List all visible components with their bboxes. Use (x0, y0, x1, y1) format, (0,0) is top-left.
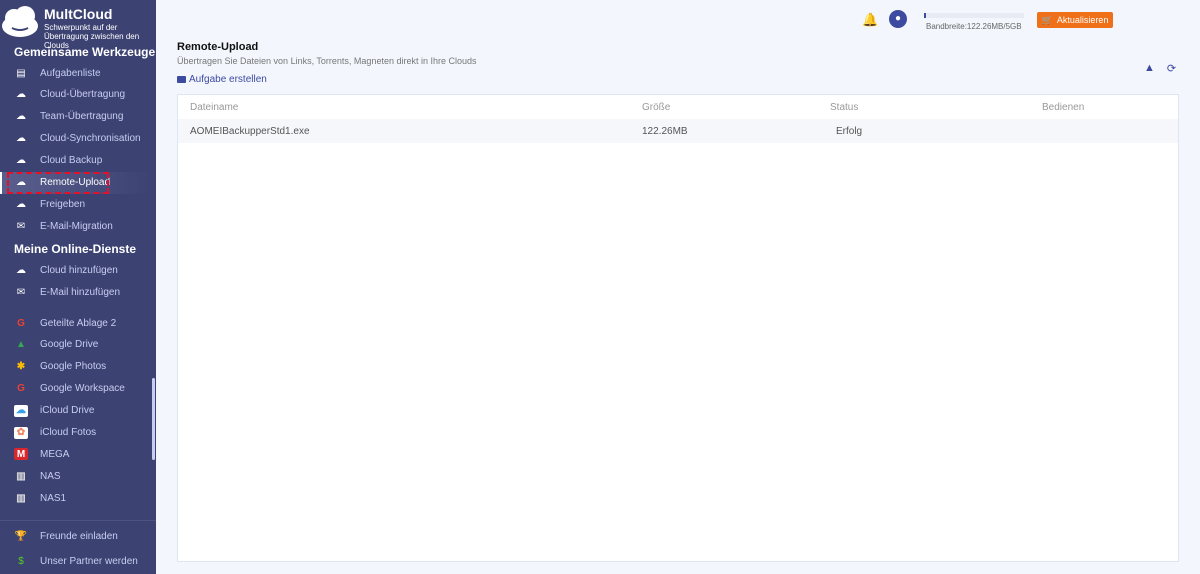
highlight-box (7, 172, 109, 194)
sidebar-item-label: Team-Übertragung (40, 111, 124, 123)
table-row[interactable]: AOMEIBackupperStd1.exe 122.26MB Erfolg (178, 119, 1178, 143)
sidebar-item-label: Unser Partner werden (40, 555, 138, 567)
sidebar-scrollbar[interactable] (152, 378, 155, 460)
sidebar-item-aufgabenliste[interactable]: ▤ Aufgabenliste (0, 62, 152, 84)
icloud-icon: ☁ (14, 404, 28, 417)
task-table: Dateiname Größe Status Bedienen AOMEIBac… (177, 94, 1179, 562)
nas-icon: ▥ (16, 470, 26, 482)
cloud-transfer-icon: ☁ (16, 89, 26, 101)
bandwidth-text: Bandbreite:122.26MB/5GB (926, 22, 1022, 31)
google-icon: G (17, 383, 25, 395)
cloud-backup-icon: ☁ (16, 155, 26, 167)
multcloud-logo-icon (2, 6, 38, 37)
dollar-icon: $ (18, 555, 24, 567)
sidebar-item-label: Freunde einladen (40, 530, 118, 542)
email-migration-icon: ✉ (16, 220, 26, 232)
sidebar-item-label: NAS1 (40, 492, 67, 504)
google-drive-icon: ▲ (16, 339, 26, 351)
sidebar-item-e-mail-hinzufügen[interactable]: ✉ E-Mail hinzufügen (0, 281, 152, 303)
sidebar-item-label: Cloud Backup (40, 155, 103, 167)
sidebar-item-label: E-Mail hinzufügen (40, 286, 121, 298)
avatar[interactable]: ● (889, 10, 907, 28)
sidebar: MultCloud Schwerpunkt auf der Übertragun… (0, 0, 156, 574)
main: 🔔 ● Bandbreite:122.26MB/5GB 🛒 Aktualisier… (156, 0, 1200, 574)
sidebar-item-team-übertragung[interactable]: ☁ Team-Übertragung (0, 106, 152, 128)
page-subtitle: Übertragen Sie Dateien von Links, Torren… (177, 56, 477, 66)
sidebar-item-cloud-übertragung[interactable]: ☁ Cloud-Übertragung (0, 84, 152, 106)
mega-icon: M (14, 448, 28, 461)
trophy-icon: 🏆 (14, 530, 28, 542)
bandwidth-bar (924, 13, 1024, 18)
sidebar-item-nas[interactable]: ▥ NAS (0, 465, 152, 487)
sidebar-item-unser-partner-werden[interactable]: $ Unser Partner werden (0, 550, 152, 572)
sidebar-item-cloud-backup[interactable]: ☁ Cloud Backup (0, 150, 152, 172)
refresh-icon[interactable]: ⟳ (1167, 62, 1176, 75)
sidebar-item-freunde-einladen[interactable]: 🏆 Freunde einladen (0, 525, 152, 547)
create-task-label: Aufgabe erstellen (189, 74, 267, 85)
section-services: Meine Online-Dienste (14, 242, 137, 256)
clipboard-icon: ▤ (16, 67, 26, 79)
header-size: Größe (642, 101, 671, 113)
cell-filename: AOMEIBackupperStd1.exe (190, 125, 310, 137)
clear-icon[interactable]: ▲ (1144, 62, 1155, 75)
cell-status: Erfolg (836, 125, 863, 137)
sidebar-item-google-workspace[interactable]: G Google Workspace (0, 378, 152, 400)
email-add-icon: ✉ (16, 286, 26, 298)
sidebar-item-label: Cloud-Übertragung (40, 89, 126, 101)
sidebar-item-google-photos[interactable]: ✱ Google Photos (0, 356, 152, 378)
sidebar-item-label: MEGA (40, 448, 70, 460)
google-icon: G (17, 317, 25, 329)
sidebar-item-nas1[interactable]: ▥ NAS1 (0, 487, 152, 509)
sidebar-item-label: iCloud Fotos (40, 427, 97, 438)
create-task-button[interactable]: Aufgabe erstellen (177, 74, 267, 85)
cart-icon: 🛒 (1041, 14, 1053, 25)
sidebar-item-e-mail-migration[interactable]: ✉ E-Mail-Migration (0, 215, 152, 237)
page-title: Remote-Upload (177, 41, 259, 53)
upgrade-label: Aktualisieren (1056, 15, 1109, 25)
sidebar-item-icloud-drive[interactable]: ☁ iCloud Drive (0, 400, 152, 422)
sidebar-item-label: E-Mail-Migration (40, 220, 113, 232)
sidebar-item-freigeben[interactable]: ☁ Freigeben (0, 193, 152, 215)
sidebar-item-label: Google Workspace (40, 383, 125, 395)
sidebar-item-cloud-hinzufügen[interactable]: ☁ Cloud hinzufügen (0, 259, 152, 281)
sidebar-item-mega[interactable]: M MEGA (0, 443, 152, 465)
sidebar-item-label: Freigeben (40, 198, 86, 210)
sidebar-item-label: Cloud-Synchronisation (40, 133, 141, 145)
table-header: Dateiname Größe Status Bedienen (178, 95, 1178, 119)
google-photos-icon: ✱ (16, 361, 26, 373)
nas-icon: ▥ (16, 492, 26, 504)
header-action: Bedienen (1042, 101, 1085, 113)
cell-size: 122.26MB (642, 125, 688, 137)
sidebar-item-label: NAS (40, 470, 61, 482)
sidebar-item-label: Aufgabenliste (40, 67, 101, 79)
sidebar-item-label: Cloud hinzufügen (40, 264, 118, 276)
header-filename: Dateiname (190, 101, 239, 113)
share-icon: ☁ (16, 198, 26, 210)
sidebar-item-cloud-synchronisation[interactable]: ☁ Cloud-Synchronisation (0, 128, 152, 150)
cloud-add-icon: ☁ (16, 264, 26, 276)
upgrade-button[interactable]: 🛒 Aktualisieren (1037, 12, 1113, 28)
team-transfer-icon: ☁ (16, 111, 26, 123)
sidebar-item-label: Geteilte Ablage 2 (40, 317, 117, 329)
sidebar-item-google-drive[interactable]: ▲ Google Drive (0, 334, 152, 356)
folder-add-icon (177, 76, 186, 83)
sidebar-item-label: Google Photos (40, 361, 107, 373)
brand-name: MultCloud (44, 6, 113, 22)
bell-icon[interactable]: 🔔 (862, 12, 878, 28)
icloud-photos-icon: ✿ (14, 426, 28, 439)
cloud-sync-icon: ☁ (16, 133, 26, 145)
header-status: Status (830, 101, 859, 113)
sidebar-item-label: iCloud Drive (40, 405, 95, 417)
sidebar-item-label: Google Drive (40, 339, 99, 351)
sidebar-item-geteilte-ablage-2[interactable]: G Geteilte Ablage 2 (0, 312, 152, 334)
sidebar-item-icloud-fotos[interactable]: ✿ iCloud Fotos (0, 422, 152, 444)
section-tools: Gemeinsame Werkzeuge (14, 45, 156, 59)
